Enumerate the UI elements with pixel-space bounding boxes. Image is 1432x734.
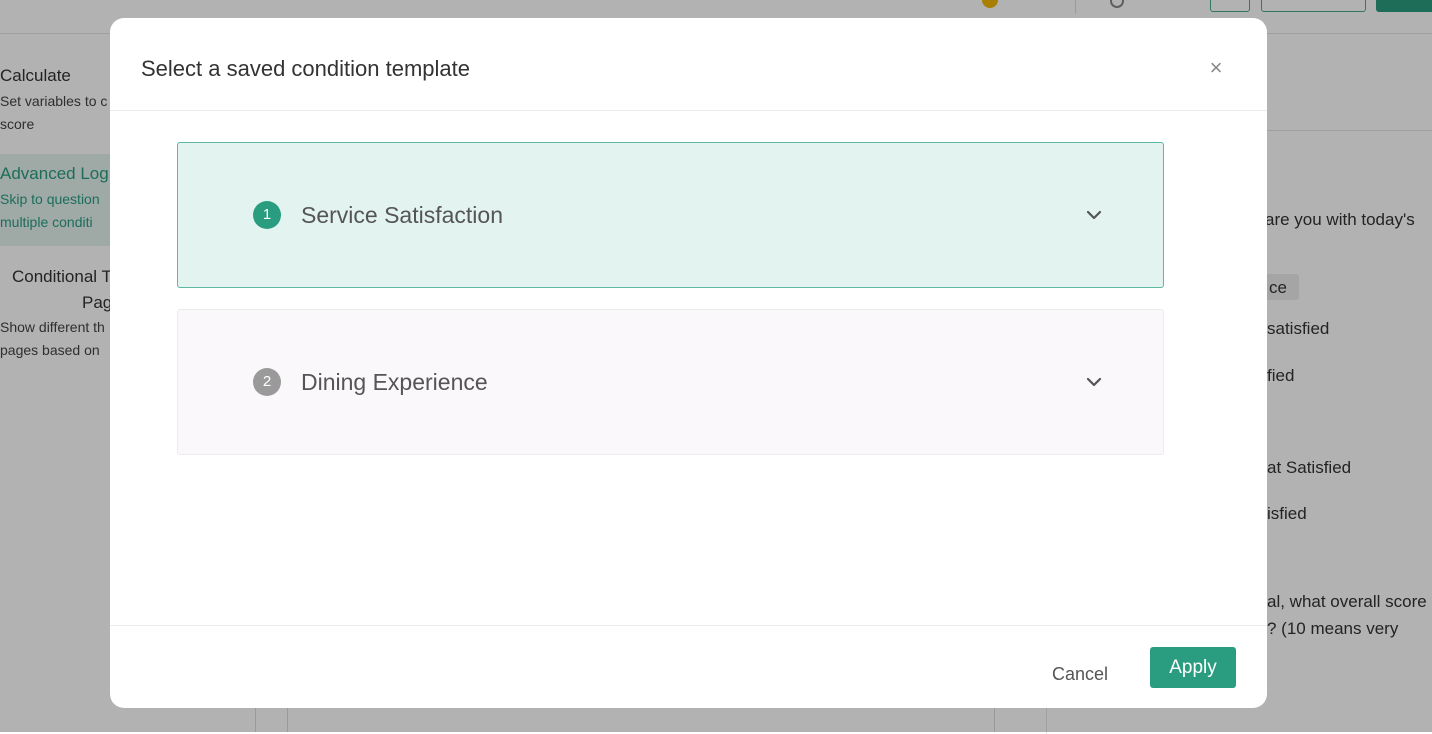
chevron-down-icon[interactable] <box>1084 205 1104 225</box>
template-item-dining-experience[interactable]: 2 Dining Experience <box>177 309 1164 455</box>
template-number-badge: 1 <box>253 201 281 229</box>
modal-title: Select a saved condition template <box>141 56 470 81</box>
chevron-down-icon[interactable] <box>1084 372 1104 392</box>
close-icon[interactable]: × <box>1206 57 1226 79</box>
template-name: Service Satisfaction <box>301 202 503 228</box>
template-modal: Select a saved condition template × 1 Se… <box>110 18 1267 708</box>
template-name: Dining Experience <box>301 369 488 395</box>
modal-footer: Cancel Apply <box>110 625 1267 708</box>
modal-body: 1 Service Satisfaction 2 Dining Experien… <box>110 111 1267 625</box>
cancel-button[interactable]: Cancel <box>1040 653 1120 695</box>
template-item-service-satisfaction[interactable]: 1 Service Satisfaction <box>177 142 1164 288</box>
modal-header: Select a saved condition template × <box>110 18 1267 111</box>
apply-button[interactable]: Apply <box>1150 647 1236 688</box>
template-number-badge: 2 <box>253 368 281 396</box>
